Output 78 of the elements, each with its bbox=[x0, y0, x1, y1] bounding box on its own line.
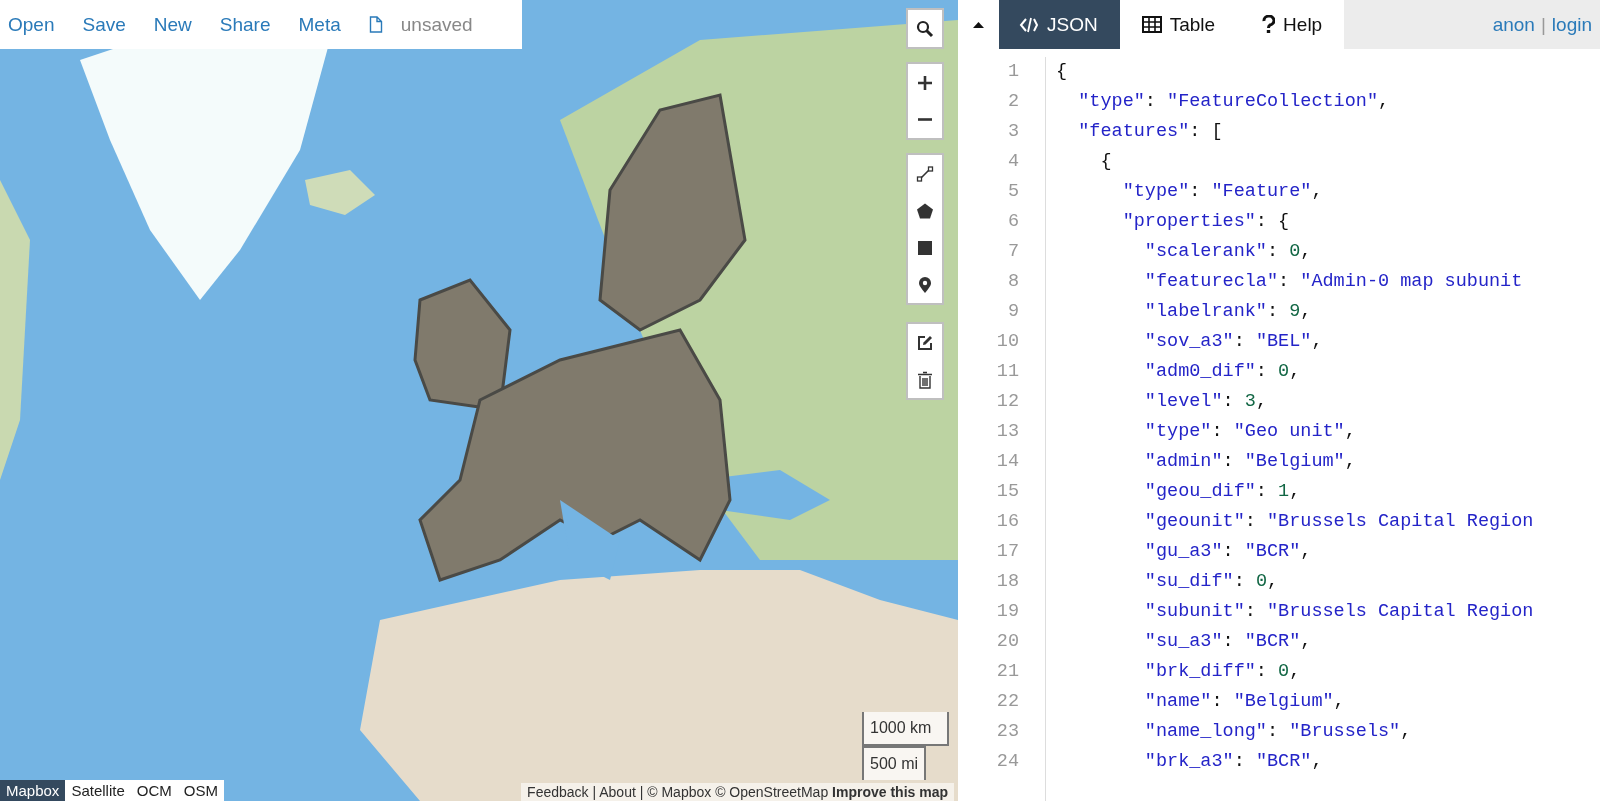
code-line: "subunit": "Brussels Capital Region bbox=[1143, 600, 1534, 624]
scale-bar: 1000 km bbox=[862, 712, 949, 746]
code-line: "labelrank": 9, bbox=[1143, 300, 1312, 324]
code-line: "type": "Geo unit", bbox=[1143, 420, 1356, 444]
line-number: 12 bbox=[995, 390, 1019, 414]
line-number: 1 bbox=[1006, 60, 1019, 84]
line-number: 11 bbox=[995, 360, 1019, 384]
menu-link[interactable]: Meta bbox=[298, 13, 341, 36]
line-number: 4 bbox=[1006, 150, 1019, 174]
line-number: 19 bbox=[995, 600, 1019, 624]
line-number: 8 bbox=[1006, 270, 1019, 294]
line-number: 15 bbox=[995, 480, 1019, 504]
line-number: 21 bbox=[995, 660, 1019, 684]
line-number: 7 bbox=[1006, 240, 1019, 264]
layer-tab[interactable]: Satellite bbox=[65, 780, 131, 801]
line-number: 16 bbox=[995, 510, 1019, 534]
code-line: "geou_dif": 1, bbox=[1143, 480, 1301, 504]
attribution: Feedback | About | © Mapbox © OpenStreetMap Improve this map bbox=[521, 783, 954, 801]
marker-icon bbox=[916, 275, 934, 294]
code-line: "name_long": "Brussels", bbox=[1143, 720, 1412, 744]
code-line: "brk_a3": "BCR", bbox=[1143, 750, 1323, 774]
code-line: "su_dif": 0, bbox=[1143, 570, 1279, 594]
line-number: 3 bbox=[1006, 120, 1019, 144]
line-number: 17 bbox=[995, 540, 1019, 564]
code-line: { bbox=[1099, 150, 1112, 174]
layer-tab[interactable]: OSM bbox=[177, 780, 224, 801]
question-icon bbox=[1259, 14, 1276, 35]
layer-tab[interactable]: Mapbox bbox=[0, 780, 66, 801]
caret-icon bbox=[972, 20, 985, 29]
line-number: 5 bbox=[1006, 180, 1019, 204]
code-line: "su_a3": "BCR", bbox=[1143, 630, 1312, 654]
code-line: "level": 3, bbox=[1143, 390, 1267, 414]
menu-link[interactable]: Save bbox=[82, 13, 126, 36]
square-icon bbox=[916, 238, 934, 257]
document-icon bbox=[368, 16, 383, 33]
code-line: "geounit": "Brussels Capital Region bbox=[1143, 510, 1534, 534]
line-number: 14 bbox=[995, 450, 1019, 474]
layer-tab[interactable]: OCM bbox=[130, 780, 178, 801]
line-number: 9 bbox=[1006, 300, 1019, 324]
code-line: "properties": { bbox=[1121, 210, 1290, 234]
code-line: "type": "Feature", bbox=[1121, 180, 1323, 204]
line-number: 24 bbox=[995, 750, 1019, 774]
code-line: "scalerank": 0, bbox=[1143, 240, 1312, 264]
code-line: "brk_diff": 0, bbox=[1143, 660, 1301, 684]
line-number: 23 bbox=[995, 720, 1019, 744]
code-line: "featurecla": "Admin-0 map subunit bbox=[1143, 270, 1523, 294]
separator: | bbox=[1540, 13, 1546, 36]
menu-link[interactable]: New bbox=[153, 13, 192, 36]
trash-icon bbox=[916, 370, 934, 389]
line-number: 6 bbox=[1006, 210, 1019, 234]
table-icon bbox=[1141, 14, 1162, 35]
menu-link[interactable]: Share bbox=[219, 13, 271, 36]
code-line: "sov_a3": "BEL", bbox=[1143, 330, 1323, 354]
edit-icon bbox=[916, 333, 934, 352]
menu-link[interactable]: Open bbox=[8, 13, 55, 36]
minus-icon bbox=[918, 118, 932, 121]
line-number: 18 bbox=[995, 570, 1019, 594]
code-line: "name": "Belgium", bbox=[1143, 690, 1345, 714]
file-status: unsaved bbox=[400, 13, 473, 36]
code-line: "gu_a3": "BCR", bbox=[1143, 540, 1312, 564]
code-line: "features": [ bbox=[1077, 120, 1223, 144]
panel-tab[interactable]: JSON bbox=[999, 0, 1120, 49]
code-line: "type": "FeatureCollection", bbox=[1077, 90, 1390, 114]
plus-icon bbox=[916, 73, 934, 92]
code-line: "adm0_dif": 0, bbox=[1143, 360, 1301, 384]
line-number: 10 bbox=[995, 330, 1019, 354]
scale-bar: 500 mi bbox=[862, 746, 927, 780]
line-number: 2 bbox=[1006, 90, 1019, 114]
line-number: 20 bbox=[995, 630, 1019, 654]
line-icon bbox=[916, 164, 934, 183]
user-link[interactable]: anon bbox=[1492, 13, 1535, 36]
line-number: 13 bbox=[995, 420, 1019, 444]
login-link[interactable]: login bbox=[1551, 13, 1592, 36]
code-line: { bbox=[1056, 60, 1068, 84]
line-number: 22 bbox=[995, 690, 1019, 714]
pentagon-icon bbox=[916, 201, 934, 220]
search-icon bbox=[916, 19, 934, 38]
code-line: "admin": "Belgium", bbox=[1143, 450, 1356, 474]
